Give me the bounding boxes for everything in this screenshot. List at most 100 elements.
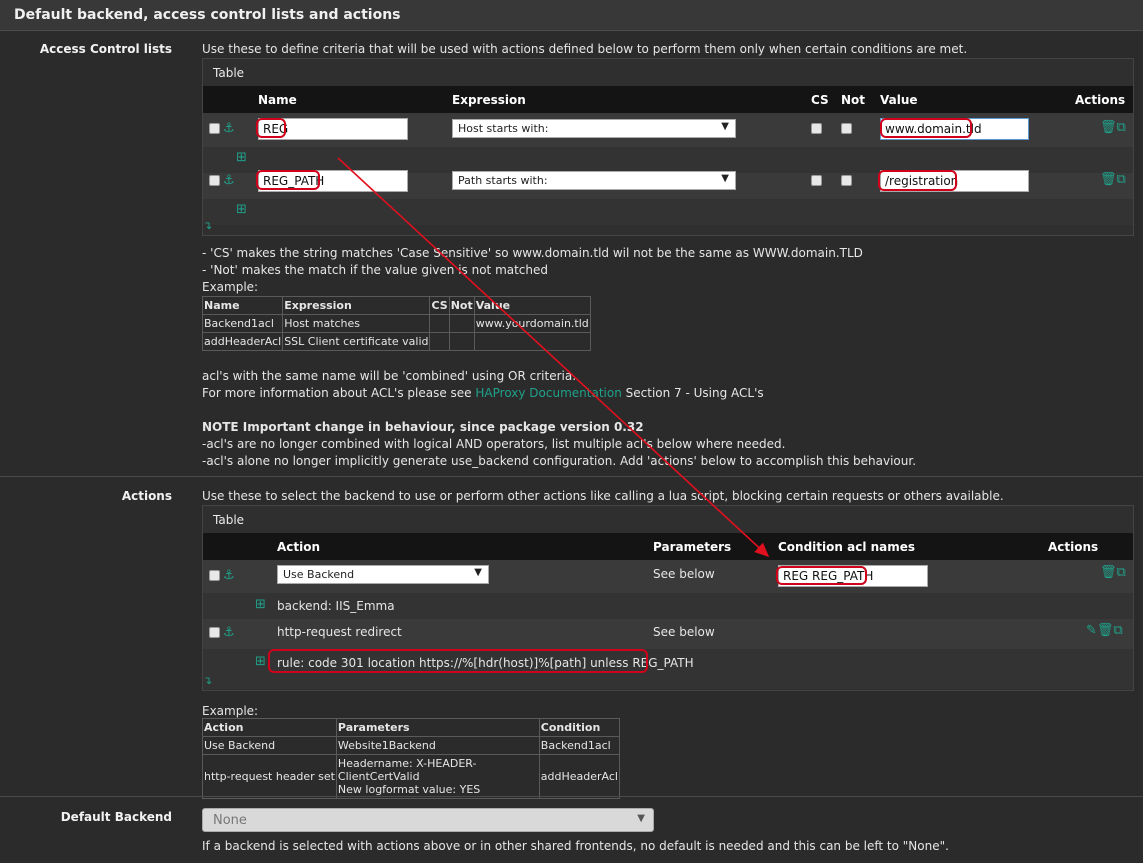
action-row-1-detail-text: backend: IIS_Emma — [277, 599, 395, 613]
delete-icon[interactable]: 🗑 — [1100, 565, 1117, 580]
delete-icon[interactable]: 🗑 — [1100, 120, 1117, 135]
acl-example-cell: Backend1acl — [201, 314, 284, 333]
add-row-icon[interactable]: ↴ — [203, 219, 212, 232]
section-header: Default backend, access control lists an… — [0, 0, 1143, 31]
copy-icon[interactable]: ⧉ — [1117, 172, 1126, 187]
acl-note-line-2: -acl's alone no longer implicitly genera… — [202, 454, 917, 468]
acl-table-header: Name Expression CS Not Value Actions — [203, 86, 1133, 113]
actions-example-table: Action Parameters Condition Use Backend … — [202, 718, 621, 799]
actions-example-cell: addHeaderAcl — [538, 754, 621, 799]
actions-example-cell: Headername: X-HEADER-ClientCertValid New… — [335, 754, 540, 799]
acl-row-1-expression-select[interactable]: Host starts with: ▼ — [452, 119, 736, 138]
acl-example-cell: addHeaderAcl — [201, 332, 284, 351]
action-row-1-parameters: See below — [653, 567, 715, 581]
col-not: Not — [841, 93, 866, 107]
section-title: Default backend, access control lists an… — [14, 7, 401, 23]
actions-example-header: Parameters — [335, 718, 540, 737]
col-actions: Actions — [1048, 540, 1099, 554]
add-row-icon[interactable]: ↴ — [203, 674, 212, 687]
acl-row-2-expression-value: Path starts with: — [458, 174, 548, 187]
acl-row-2-expression-select[interactable]: Path starts with: ▼ — [452, 171, 736, 190]
acl-note-line-1: -acl's are no longer combined with logic… — [202, 437, 786, 451]
actions-example-cell: Website1Backend — [335, 736, 540, 755]
delete-icon[interactable]: 🗑 — [1100, 172, 1117, 187]
col-name: Name — [258, 93, 297, 107]
acl-row-2-value-input[interactable]: /registration — [880, 170, 1029, 192]
acl-row-1-value-input[interactable]: www.domain.tld — [880, 118, 1029, 140]
acl-row-1-actions: 🗑⧉ — [1100, 120, 1126, 135]
col-parameters: Parameters — [653, 540, 732, 554]
action-row-2-parameters: See below — [653, 625, 715, 639]
actions-example-header: Condition — [538, 718, 621, 737]
action-row-1-action-select[interactable]: Use Backend ▼ — [277, 565, 489, 584]
actions-example-cell: Use Backend — [202, 736, 337, 755]
col-condition: Condition acl names — [778, 540, 916, 554]
action-row-2-action: http-request redirect — [277, 625, 402, 639]
acl-example-header: Name — [201, 296, 284, 315]
actions-example-cell: http-request header set — [202, 754, 337, 799]
anchor-icon[interactable]: ⚓ — [223, 122, 235, 135]
acl-row-1-cs-checkbox[interactable] — [811, 123, 822, 134]
acl-example-header: CS — [429, 296, 450, 315]
acl-row-1-checkbox[interactable] — [209, 123, 220, 134]
divider — [0, 476, 1143, 477]
col-expression: Expression — [452, 93, 526, 107]
action-row-1-checkbox[interactable] — [209, 570, 220, 581]
haproxy-docs-link[interactable]: HAProxy Documentation — [475, 386, 621, 400]
copy-icon[interactable]: ⧉ — [1113, 623, 1122, 638]
delete-icon[interactable]: 🗑 — [1097, 623, 1114, 638]
actions-table-header: Action Parameters Condition acl names Ac… — [203, 533, 1133, 560]
expand-icon[interactable]: ⊞ — [236, 151, 247, 164]
expand-icon[interactable]: ⊞ — [236, 203, 247, 216]
action-row-1-action-value: Use Backend — [283, 568, 355, 581]
action-row-2-detail-text: rule: code 301 location https://%[hdr(ho… — [277, 656, 694, 670]
action-row-1-condition-input[interactable]: REG REG_PATH — [778, 565, 928, 587]
acl-example-cell: www.yourdomain.tld — [473, 314, 591, 333]
actions-example-label: Example: — [202, 704, 259, 718]
copy-icon[interactable]: ⧉ — [1117, 565, 1126, 580]
acl-example-cell — [429, 332, 450, 351]
acl-table-title: Table — [213, 66, 245, 80]
col-value: Value — [880, 93, 918, 107]
acl-row-1-not-checkbox[interactable] — [841, 123, 852, 134]
expand-icon[interactable]: ⊞ — [255, 598, 266, 611]
edit-icon[interactable]: ✎ — [1086, 623, 1097, 638]
acl-example-table: Name Expression CS Not Value Backend1acl… — [201, 296, 591, 351]
acl-note-cs: - 'CS' makes the string matches 'Case Se… — [202, 246, 863, 260]
more-info-prefix: For more information about ACL's please … — [202, 386, 472, 400]
acl-row-1-name-input[interactable]: REG — [258, 118, 408, 140]
actions-label: Actions — [121, 489, 172, 503]
acl-example-cell — [448, 314, 475, 333]
acl-note-title: NOTE Important change in behaviour, sinc… — [202, 420, 644, 434]
acl-row-2-not-checkbox[interactable] — [841, 175, 852, 186]
default-backend-select[interactable]: None ▼ — [202, 808, 654, 832]
acl-row-2-name-input[interactable]: REG_PATH — [258, 170, 408, 192]
acl-row-2-checkbox[interactable] — [209, 175, 220, 186]
acl-example-cell — [429, 314, 450, 333]
acl-row-2-actions: 🗑⧉ — [1100, 172, 1126, 187]
divider — [0, 796, 1143, 797]
action-row-2-actions: ✎🗑⧉ — [1086, 623, 1123, 638]
action-row-2-checkbox[interactable] — [209, 627, 220, 638]
acl-note-not: - 'Not' makes the match if the value giv… — [202, 263, 549, 277]
col-action: Action — [277, 540, 321, 554]
actions-table-title: Table — [213, 513, 245, 527]
copy-icon[interactable]: ⧉ — [1117, 120, 1126, 135]
dropdown-arrow-icon: ▼ — [474, 567, 482, 578]
dropdown-arrow-icon: ▼ — [721, 173, 729, 184]
actions-example-cell: Backend1acl — [538, 736, 621, 755]
acl-example-cell: Host matches — [282, 314, 431, 333]
acl-example-cell — [448, 332, 475, 351]
expand-icon[interactable]: ⊞ — [255, 655, 266, 668]
actions-description: Use these to select the backend to use o… — [202, 489, 1004, 503]
acl-combined-note: acl's with the same name will be 'combin… — [202, 369, 577, 383]
acl-row-1-expression-value: Host starts with: — [458, 122, 549, 135]
action-row-1-actions: 🗑⧉ — [1100, 565, 1126, 580]
acl-example-cell — [473, 332, 591, 351]
anchor-icon[interactable]: ⚓ — [223, 626, 235, 639]
dropdown-arrow-icon: ▼ — [721, 121, 729, 132]
default-backend-label: Default Backend — [60, 810, 172, 824]
anchor-icon[interactable]: ⚓ — [223, 174, 235, 187]
acl-row-2-cs-checkbox[interactable] — [811, 175, 822, 186]
anchor-icon[interactable]: ⚓ — [223, 569, 235, 582]
